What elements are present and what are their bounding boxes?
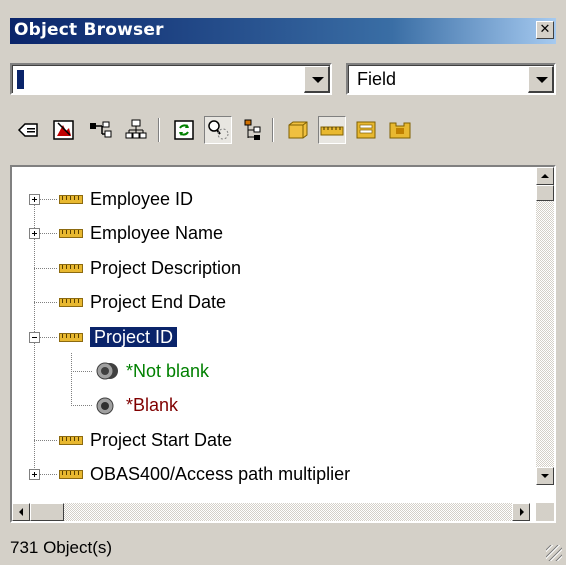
arrow-down-icon: [541, 474, 549, 478]
scroll-right-button[interactable]: [512, 503, 530, 521]
find-related-icon: [208, 120, 229, 140]
tree-viewport: Employee ID Employee Name Project Descri…: [12, 167, 530, 485]
horizontal-scrollbar[interactable]: [12, 503, 530, 521]
tree-item-label: *Not blank: [126, 361, 210, 381]
object-name-combo[interactable]: [10, 63, 332, 95]
collapse-icon[interactable]: [29, 332, 40, 343]
horizontal-scroll-thumb[interactable]: [30, 503, 64, 521]
field-icon: [59, 229, 83, 238]
tree-item-label: Employee ID: [90, 189, 194, 209]
status-bar: 731 Object(s): [0, 528, 566, 565]
tree-connector: [40, 337, 58, 338]
tree-item-label: Project End Date: [90, 292, 227, 312]
hierarchy-button[interactable]: [122, 116, 150, 144]
expand-icon[interactable]: [29, 228, 40, 239]
find-related-button[interactable]: [204, 116, 232, 144]
network-button[interactable]: [86, 116, 114, 144]
toolbar-separator: [158, 118, 160, 142]
tag-button[interactable]: [14, 116, 42, 144]
scroll-left-button[interactable]: [12, 503, 30, 521]
network-icon: [90, 121, 112, 138]
scroll-down-button[interactable]: [536, 467, 554, 485]
tree-item[interactable]: OBAS400/Access path multiplier: [90, 460, 350, 485]
scroll-up-button[interactable]: [536, 167, 554, 185]
window-title: Object Browser: [14, 20, 164, 40]
tree-item-label: Project ID: [88, 326, 179, 348]
object-name-dropdown-button[interactable]: [304, 66, 330, 93]
picture-icon: [53, 120, 74, 140]
arrow-left-icon: [19, 508, 23, 516]
object-type-dropdown-button[interactable]: [528, 66, 554, 93]
tree-item[interactable]: Employee Name: [90, 219, 223, 247]
object-browser-window: Object Browser ✕ Field Employee ID Emplo…: [0, 0, 566, 565]
tree-link-icon: [244, 119, 261, 140]
record-icon: [356, 121, 376, 139]
file-button[interactable]: [284, 116, 312, 144]
object-type-value: Field: [357, 69, 397, 89]
record-button[interactable]: [352, 116, 380, 144]
tree-item[interactable]: Project Description: [90, 254, 241, 282]
file-icon: [288, 121, 308, 139]
vertical-scroll-thumb[interactable]: [536, 185, 554, 201]
resize-grip-icon[interactable]: [546, 545, 562, 561]
tree-item[interactable]: Project End Date: [90, 288, 226, 316]
chevron-down-icon: [312, 77, 324, 83]
field-icon: [320, 126, 344, 136]
field-icon: [59, 195, 83, 204]
picture-button[interactable]: [50, 116, 78, 144]
tree-connector: [34, 268, 58, 269]
tree-item-label: OBAS400/Access path multiplier: [90, 464, 351, 484]
tree-connector: [71, 371, 93, 372]
expand-icon[interactable]: [29, 194, 40, 205]
title-bar[interactable]: Object Browser ✕: [10, 18, 556, 44]
toolbar-separator: [272, 118, 274, 142]
arrow-up-icon: [541, 174, 549, 178]
hierarchy-icon: [125, 119, 147, 139]
tree-guide-line: [71, 371, 72, 405]
close-button[interactable]: ✕: [536, 21, 554, 39]
text-cursor: [17, 70, 24, 89]
tree-item-label: Project Start Date: [90, 430, 233, 450]
toolbar: [10, 110, 556, 150]
chevron-down-icon: [536, 77, 548, 83]
field-icon: [59, 264, 83, 273]
tree-link-button[interactable]: [238, 116, 266, 144]
object-tree[interactable]: Employee ID Employee Name Project Descri…: [10, 165, 556, 523]
tree-item-label: Employee Name: [90, 223, 224, 243]
condition-icon: [96, 397, 114, 415]
tree-connector: [40, 474, 58, 475]
expand-icon[interactable]: [29, 469, 40, 480]
refresh-icon: [174, 120, 194, 140]
field-icon: [59, 470, 83, 479]
field-icon: [59, 333, 83, 342]
tree-item[interactable]: *Blank: [126, 391, 178, 419]
library-button[interactable]: [386, 116, 414, 144]
object-type-combo[interactable]: Field: [346, 63, 556, 95]
tree-item-selected[interactable]: Project ID: [88, 323, 179, 351]
tree-connector: [34, 440, 58, 441]
tree-connector: [40, 233, 58, 234]
refresh-button[interactable]: [170, 116, 198, 144]
tree-item[interactable]: Employee ID: [90, 185, 193, 213]
library-icon: [389, 122, 411, 139]
tag-icon: [17, 123, 38, 137]
field-icon: [59, 298, 83, 307]
condition-true-icon: [96, 362, 118, 380]
vertical-scrollbar[interactable]: [536, 167, 554, 485]
object-count: 731 Object(s): [10, 538, 113, 557]
tree-connector: [40, 199, 58, 200]
tree-item[interactable]: Project Start Date: [90, 426, 232, 454]
close-icon: ✕: [539, 22, 551, 37]
scrollbar-corner: [536, 503, 554, 521]
field-icon: [59, 436, 83, 445]
field-filter-button[interactable]: [318, 116, 346, 144]
tree-item-label: *Blank: [126, 395, 179, 415]
tree-connector: [71, 405, 93, 406]
arrow-right-icon: [520, 508, 524, 516]
tree-item[interactable]: *Not blank: [126, 357, 209, 385]
tree-item-label: Project Description: [90, 258, 242, 278]
tree-connector: [34, 302, 58, 303]
